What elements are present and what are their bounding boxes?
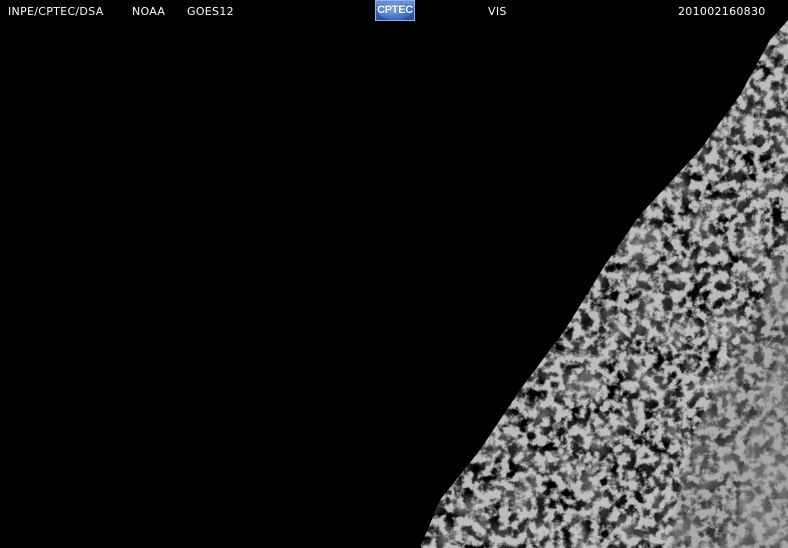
channel-label: VIS (488, 5, 507, 18)
source-label: INPE/CPTEC/DSA (8, 5, 104, 18)
cptec-logo: CPTEC (375, 0, 415, 21)
logo-text: CPTEC (377, 4, 413, 16)
header-bar: INPE/CPTEC/DSA NOAA GOES12 CPTEC VIS 201… (0, 0, 788, 24)
satellite-image-frame: INPE/CPTEC/DSA NOAA GOES12 CPTEC VIS 201… (0, 0, 788, 548)
satellite-label: GOES12 (187, 5, 234, 18)
visible-satellite-imagery (0, 0, 788, 548)
agency-label: NOAA (132, 5, 166, 18)
timestamp-label: 201002160830 (678, 5, 766, 18)
